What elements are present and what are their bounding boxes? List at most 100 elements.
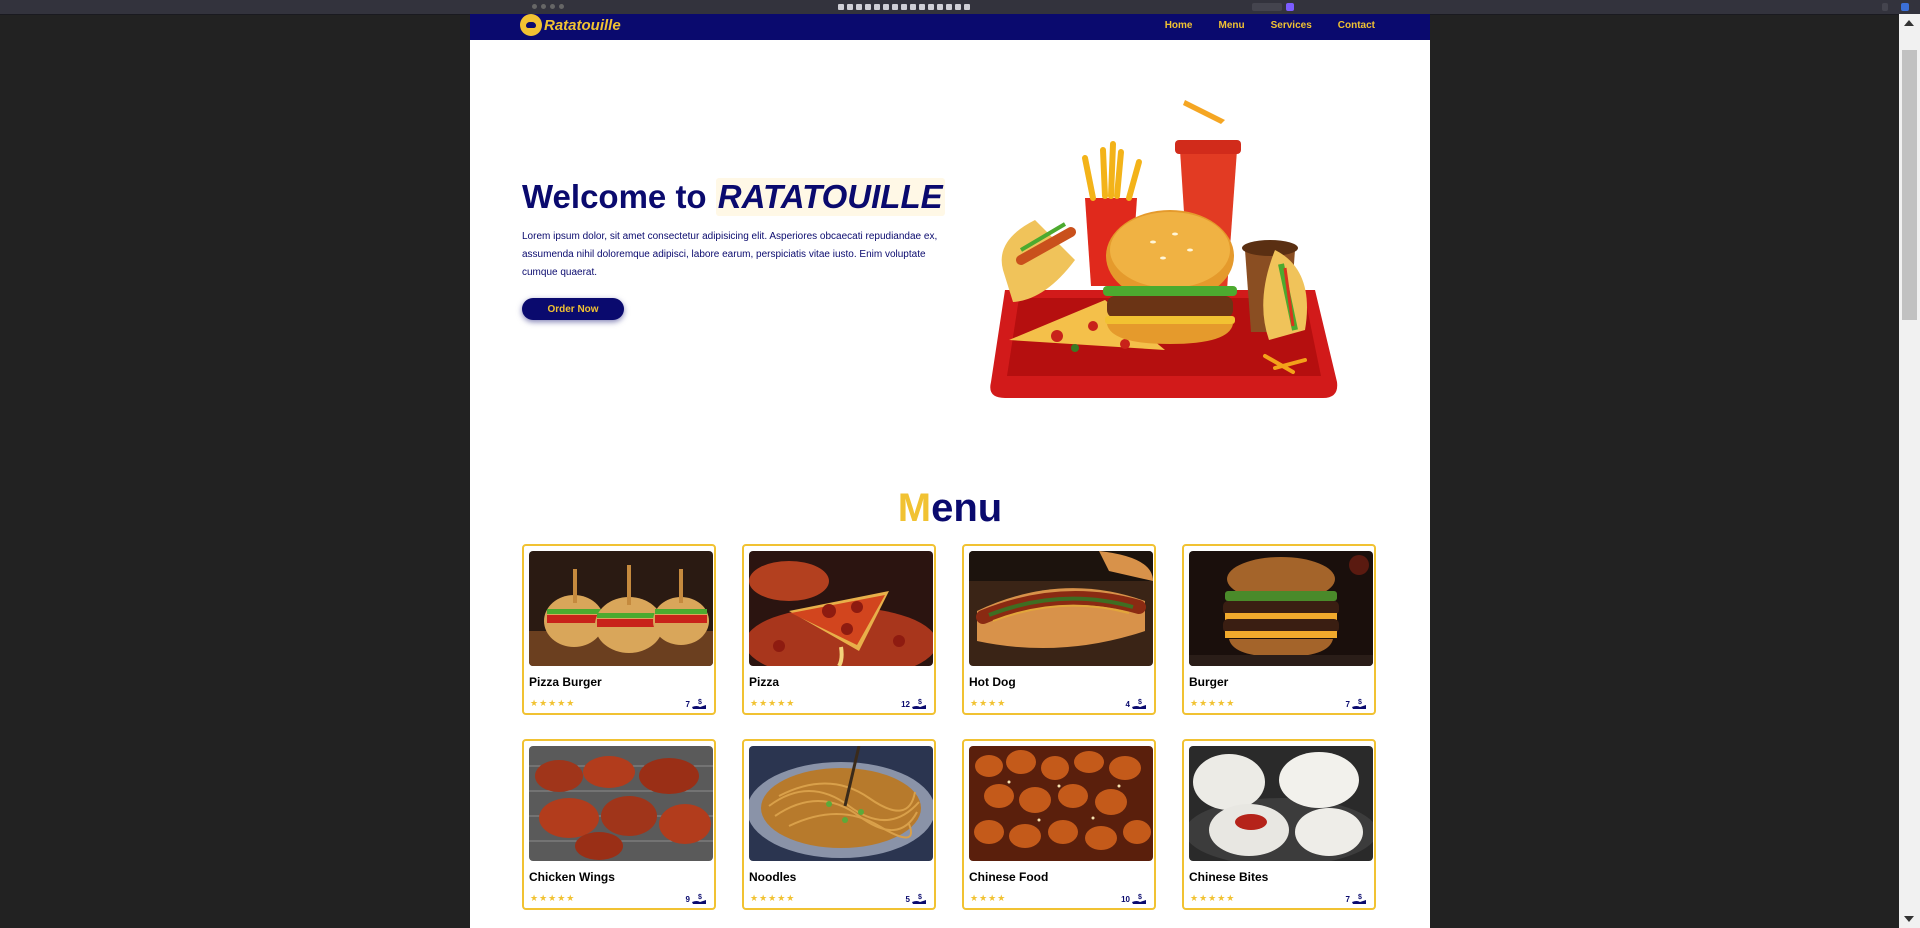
burger-image xyxy=(1189,551,1373,666)
menu-item-name: Hot Dog xyxy=(969,675,1016,689)
rat-logo-icon xyxy=(520,14,542,36)
nav-link-contact[interactable]: Contact xyxy=(1338,20,1375,31)
price-tag: 12 $ xyxy=(901,698,927,710)
tool-icon[interactable] xyxy=(892,4,898,10)
hand-money-icon: $ xyxy=(1132,894,1146,904)
menu-card-chinese-bites[interactable]: Chinese Bites ★★★★★ 7 $ xyxy=(1182,739,1376,910)
price-value: 5 xyxy=(905,894,910,904)
menu-item-name: Chinese Food xyxy=(969,870,1049,884)
hand-money-icon: $ xyxy=(1352,699,1366,709)
scroll-up-arrow-icon[interactable] xyxy=(1904,20,1914,26)
hand-money-icon: $ xyxy=(912,699,926,709)
currency-symbol: $ xyxy=(1138,699,1142,706)
currency-symbol: $ xyxy=(1138,894,1142,901)
tool-icon[interactable] xyxy=(874,4,880,10)
tool-icon[interactable] xyxy=(883,4,889,10)
tool-icon[interactable] xyxy=(910,4,916,10)
menu-item-name: Pizza xyxy=(749,675,780,689)
star-rating: ★★★★★ xyxy=(530,893,576,903)
hand-money-icon: $ xyxy=(1352,894,1366,904)
tool-icon[interactable] xyxy=(955,4,961,10)
star-rating: ★★★★ xyxy=(970,698,1007,708)
nav-link-home[interactable]: Home xyxy=(1165,20,1193,31)
hero-title-highlight: RATATOUILLE xyxy=(715,178,945,216)
nav-links: Home Menu Services Contact xyxy=(1165,14,1375,36)
menu-card-chinese-food[interactable]: Chinese Food ★★★★ 10 $ xyxy=(962,739,1156,910)
menu-heading-rest: enu xyxy=(931,486,1003,530)
price-tag: 5 $ xyxy=(906,893,927,905)
zoom-select[interactable] xyxy=(1252,3,1282,11)
currency-symbol: $ xyxy=(918,894,922,901)
chicken-wings-image xyxy=(529,746,713,861)
tool-icon[interactable] xyxy=(847,4,853,10)
price-value: 10 xyxy=(1121,894,1130,904)
tool-icon[interactable] xyxy=(928,4,934,10)
hot-dog-image xyxy=(969,551,1153,666)
vertical-scrollbar[interactable] xyxy=(1899,14,1920,928)
order-now-button[interactable]: Order Now xyxy=(522,298,624,320)
menu-card-pizza-burger[interactable]: Pizza Burger ★★★★★ 7 $ xyxy=(522,544,716,715)
logo[interactable]: Ratatouille xyxy=(520,14,621,36)
status-pill[interactable] xyxy=(1286,3,1294,11)
tool-icon[interactable] xyxy=(901,4,907,10)
menu-item-name: Pizza Burger xyxy=(529,675,602,689)
primary-button[interactable] xyxy=(1901,3,1909,11)
chinese-food-image xyxy=(969,746,1153,861)
currency-symbol: $ xyxy=(698,699,702,706)
tool-icon[interactable] xyxy=(964,4,970,10)
noodles-image xyxy=(749,746,933,861)
history-controls xyxy=(532,4,564,9)
tool-icon[interactable] xyxy=(838,4,844,10)
menu-card-chicken-wings[interactable]: Chicken Wings ★★★★★ 9 $ xyxy=(522,739,716,910)
navbar: Ratatouille Home Menu Services Contact xyxy=(470,14,1430,40)
menu-item-name: Chicken Wings xyxy=(529,870,615,884)
refresh-icon[interactable] xyxy=(550,4,555,9)
tool-icon[interactable] xyxy=(919,4,925,10)
currency-symbol: $ xyxy=(918,699,922,706)
tool-icon[interactable] xyxy=(865,4,871,10)
price-tag: 9 $ xyxy=(686,893,707,905)
hand-money-icon: $ xyxy=(692,699,706,709)
browser-toolbar xyxy=(0,0,1920,15)
menu-card-noodles[interactable]: Noodles ★★★★★ 5 $ xyxy=(742,739,936,910)
website-page: Ratatouille Home Menu Services Contact W… xyxy=(470,14,1430,928)
menu-card-burger[interactable]: Burger ★★★★★ 7 $ xyxy=(1182,544,1376,715)
tool-icon[interactable] xyxy=(946,4,952,10)
menu-item-name: Chinese Bites xyxy=(1189,870,1269,884)
annotation-tools xyxy=(838,4,970,10)
price-value: 12 xyxy=(901,699,910,709)
back-icon[interactable] xyxy=(532,4,537,9)
price-tag: 7 $ xyxy=(1346,698,1367,710)
star-rating: ★★★★★ xyxy=(530,698,576,708)
home-icon[interactable] xyxy=(559,4,564,9)
menu-heading: Menu xyxy=(470,486,1430,531)
fast-food-tray-image xyxy=(990,100,1338,398)
scrollbar-thumb[interactable] xyxy=(1902,50,1917,320)
hero-description: Lorem ipsum dolor, sit amet consectetur … xyxy=(522,231,938,278)
secondary-button[interactable] xyxy=(1882,3,1888,11)
forward-icon[interactable] xyxy=(541,4,546,9)
price-value: 7 xyxy=(685,699,690,709)
scroll-down-arrow-icon[interactable] xyxy=(1904,916,1914,922)
tool-icon[interactable] xyxy=(856,4,862,10)
menu-card-hot-dog[interactable]: Hot Dog ★★★★ 4 $ xyxy=(962,544,1156,715)
nav-link-services[interactable]: Services xyxy=(1271,20,1312,31)
menu-item-name: Noodles xyxy=(749,870,797,884)
menu-card-pizza[interactable]: Pizza ★★★★★ 12 $ xyxy=(742,544,936,715)
tool-icon[interactable] xyxy=(937,4,943,10)
star-rating: ★★★★★ xyxy=(1190,698,1236,708)
hand-money-icon: $ xyxy=(692,894,706,904)
menu-item-name: Burger xyxy=(1189,675,1229,689)
pizza-image xyxy=(749,551,933,666)
currency-symbol: $ xyxy=(1358,894,1362,901)
chinese-bites-image xyxy=(1189,746,1373,861)
nav-link-menu[interactable]: Menu xyxy=(1219,20,1245,31)
price-value: 7 xyxy=(1345,699,1350,709)
price-value: 7 xyxy=(1345,894,1350,904)
price-tag: 4 $ xyxy=(1126,698,1147,710)
price-value: 4 xyxy=(1125,699,1130,709)
price-value: 9 xyxy=(685,894,690,904)
pizza-burger-image xyxy=(529,551,713,666)
price-tag: 10 $ xyxy=(1121,893,1147,905)
menu-heading-first-letter: M xyxy=(897,486,932,530)
